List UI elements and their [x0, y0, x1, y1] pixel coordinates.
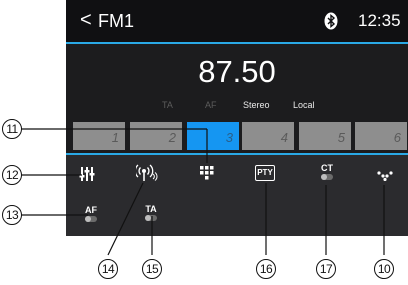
callout-15: 15 [142, 259, 162, 279]
callout-11: 11 [2, 119, 22, 139]
callout-17: 17 [316, 259, 336, 279]
callout-16: 16 [256, 259, 276, 279]
callout-lines [20, 128, 385, 256]
callout-13: 13 [2, 205, 22, 225]
callout-14: 14 [98, 259, 118, 279]
callout-12: 12 [2, 165, 22, 185]
callout-10: 10 [374, 259, 394, 279]
